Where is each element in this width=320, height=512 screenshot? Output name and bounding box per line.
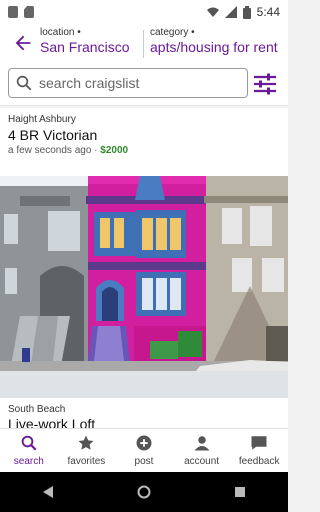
back-nav-icon[interactable] [41, 485, 55, 499]
meta-separator: · [94, 145, 98, 156]
signal-icon [224, 6, 237, 18]
listing-meta: a few seconds ago · $2000 [8, 145, 128, 156]
listing-card[interactable]: Haight Ashbury 4 BR Victorian a few seco… [0, 108, 288, 493]
listing-title: 4 BR Victorian [8, 127, 98, 143]
tab-favorites[interactable]: favorites [58, 429, 116, 472]
person-icon [194, 436, 210, 451]
location-caption: location • [40, 27, 81, 38]
system-nav-bar [0, 472, 288, 512]
category-value: apts/housing for rent [150, 39, 278, 55]
listing-neighborhood: South Beach [8, 404, 66, 415]
search-icon [16, 75, 32, 91]
listing-card[interactable]: South Beach Live-work Loft [0, 398, 288, 428]
tab-account-label: account [184, 456, 220, 467]
home-nav-icon[interactable] [137, 485, 151, 499]
category-caption: category • [150, 27, 195, 38]
notification-icon [8, 6, 18, 18]
listing-age: a few seconds ago [8, 145, 92, 156]
listing-neighborhood: Haight Ashbury [8, 114, 76, 125]
listing-price: $2000 [100, 145, 129, 156]
bottom-tab-bar: search favorites post account feedback [0, 428, 288, 472]
search-placeholder: search craigslist [39, 75, 140, 91]
tab-search-label: search [13, 456, 44, 467]
sd-card-icon [24, 6, 34, 18]
tab-feedback-label: feedback [238, 456, 280, 467]
category-selector[interactable]: category • apts/housing for rent [150, 27, 278, 55]
wifi-icon [206, 7, 219, 17]
tab-post-label: post [134, 456, 154, 467]
recents-nav-icon[interactable] [233, 485, 247, 499]
filter-sliders-icon[interactable] [252, 71, 278, 97]
search-icon [21, 435, 37, 451]
location-value: San Francisco [40, 39, 130, 55]
tab-favorites-label: favorites [67, 456, 106, 467]
tab-search[interactable]: search [0, 429, 58, 472]
star-icon [78, 435, 94, 450]
search-input[interactable]: search craigslist [8, 68, 248, 98]
plus-circle-icon [136, 435, 152, 451]
search-row: search craigslist [0, 64, 288, 106]
back-arrow-icon[interactable] [12, 32, 36, 56]
listing-title: Live-work Loft [8, 416, 96, 428]
tab-feedback[interactable]: feedback [230, 429, 288, 472]
app-header: location • San Francisco category • apts… [0, 24, 288, 64]
location-selector[interactable]: location • San Francisco [40, 27, 129, 55]
status-bar: 5:44 [0, 0, 288, 24]
battery-icon [242, 5, 251, 19]
chat-icon [251, 436, 267, 450]
tab-post[interactable]: post [115, 429, 173, 472]
status-time: 5:44 [256, 5, 280, 19]
tab-account[interactable]: account [173, 429, 231, 472]
header-divider [143, 30, 144, 58]
